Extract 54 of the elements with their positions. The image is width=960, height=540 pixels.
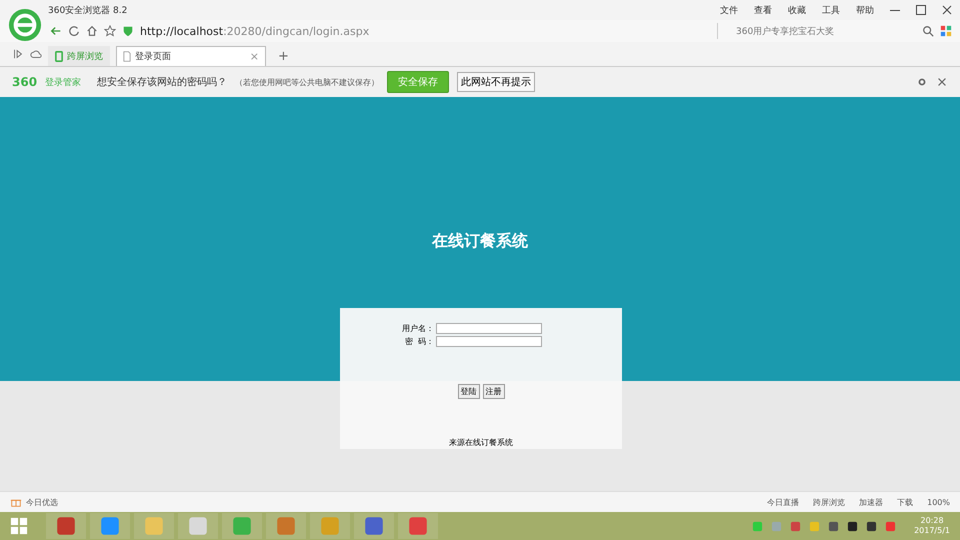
never-prompt-button[interactable]: 此网站不再提示	[457, 72, 536, 92]
status-item[interactable]: 今日直播	[767, 496, 800, 508]
status-item[interactable]: 跨屏浏览	[813, 496, 846, 508]
page-icon	[123, 51, 131, 62]
save-password-prompt: 想安全保存该网站的密码吗？	[97, 76, 228, 89]
taskbar-app-icon[interactable]	[398, 513, 438, 539]
phone-icon	[55, 51, 63, 62]
tray-icon[interactable]	[847, 520, 858, 532]
menu-item[interactable]: 文件	[712, 4, 746, 16]
menu-item[interactable]: 工具	[814, 4, 848, 16]
window-title: 360安全浏览器 8.2	[48, 4, 128, 16]
field-label: 用户名：	[401, 323, 434, 334]
status-item[interactable]: 今日优选	[26, 496, 58, 508]
menu-item[interactable]: 查看	[746, 4, 780, 16]
status-item[interactable]: 加速器	[859, 496, 884, 508]
form-button[interactable]: 登陆	[458, 384, 480, 399]
search-field[interactable]: 360用户专享挖宝石大奖	[717, 23, 916, 39]
back-icon[interactable]	[50, 25, 62, 37]
menu-item[interactable]: 收藏	[780, 4, 814, 16]
tray-icon[interactable]	[866, 520, 878, 532]
sidebar-toggle-icon[interactable]	[12, 48, 24, 60]
close-icon[interactable]	[936, 76, 948, 88]
star-icon[interactable]	[104, 25, 116, 37]
taskbar-app-icon[interactable]	[266, 513, 306, 539]
status-item[interactable]: 下载	[897, 496, 914, 508]
settings-icon[interactable]	[916, 76, 928, 88]
prompt-hint: （若您使用网吧等公共电脑不建议保存）	[235, 76, 380, 88]
start-icon[interactable]	[10, 517, 28, 535]
refresh-icon[interactable]	[68, 25, 80, 37]
cloud-icon[interactable]	[30, 48, 42, 60]
menu-item[interactable]: 帮助	[848, 4, 882, 16]
footer-text: 来源在线订餐系统	[449, 437, 513, 448]
taskbar-app-icon[interactable]	[46, 513, 86, 539]
tray-icon[interactable]	[828, 520, 840, 532]
url-field[interactable]: http://localhost:20280/dingcan/login.aspx	[140, 24, 711, 38]
page-title: 在线订餐系统	[432, 231, 528, 252]
home-icon[interactable]	[86, 25, 98, 37]
maximize-icon[interactable]	[916, 5, 926, 15]
username-field[interactable]	[436, 323, 542, 334]
new-tab-button[interactable]: +	[272, 46, 295, 66]
shield-icon	[122, 25, 134, 37]
browser-tab[interactable]: 登录页面 ×	[116, 46, 266, 66]
taskbar-app-icon[interactable]	[90, 513, 130, 539]
field-label: 密 码：	[404, 336, 434, 347]
taskbar-app-icon[interactable]	[354, 513, 394, 539]
brand-label: 登录管家	[45, 76, 82, 88]
form-button[interactable]: 注册	[482, 384, 504, 399]
close-icon[interactable]	[942, 5, 952, 15]
apps-icon[interactable]	[940, 25, 952, 37]
brand-logo: 360	[12, 75, 38, 89]
password-field[interactable]	[436, 336, 542, 347]
taskbar-app-icon[interactable]	[178, 513, 218, 539]
zoom-level[interactable]: 100%	[927, 498, 950, 506]
search-icon[interactable]	[922, 25, 934, 37]
